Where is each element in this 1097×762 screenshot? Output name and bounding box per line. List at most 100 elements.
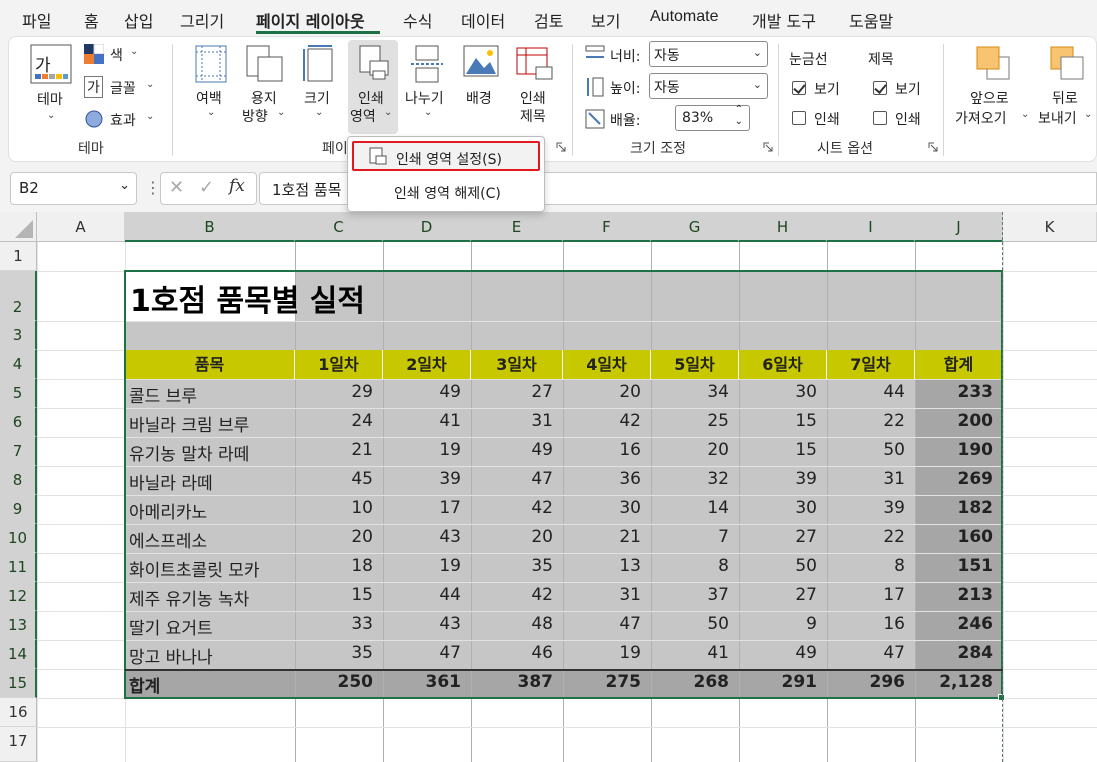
column-header-a[interactable]: A	[37, 212, 125, 242]
row-header-4[interactable]: 4	[0, 350, 37, 379]
tab-page-layout[interactable]: 페이지 레이아웃	[256, 8, 365, 32]
cancel-icon[interactable]: ✕	[169, 177, 184, 198]
row-header-3[interactable]: 3	[0, 321, 37, 350]
insert-function-icon[interactable]: fx	[229, 176, 245, 196]
worksheet-grid[interactable]: A B C D E F G H I J K 1 2 3 4 5 6 7 8 9 …	[0, 212, 1097, 762]
print-area-label-1: 인쇄	[358, 91, 384, 107]
print-titles-label-1: 인쇄	[520, 91, 546, 107]
width-label: 너비:	[610, 49, 641, 65]
chevron-down-icon: ⌄	[752, 78, 762, 91]
headings-view-checkbox[interactable]	[873, 81, 887, 95]
set-print-area-label: 인쇄 영역 설정(S)	[396, 152, 502, 168]
column-header-f[interactable]: F	[563, 212, 651, 242]
chevron-down-icon: ⌄	[47, 110, 56, 121]
tab-developer[interactable]: 개발 도구	[752, 8, 816, 32]
chevron-down-icon[interactable]: ⌄	[119, 178, 130, 193]
page-setup-launcher-icon[interactable]	[556, 142, 566, 152]
chevron-down-icon: ⌄	[315, 107, 324, 118]
group-separator	[778, 44, 779, 156]
themes-group-label: 테마	[78, 141, 104, 157]
tab-insert[interactable]: 삽입	[124, 8, 153, 32]
row-header-11[interactable]: 11	[0, 553, 37, 582]
size-label: 크기	[304, 91, 330, 107]
page-break-line	[1002, 212, 1003, 762]
width-select[interactable]: 자동 ⌄	[649, 41, 768, 67]
tab-formulas[interactable]: 수식	[403, 8, 432, 32]
tab-review[interactable]: 검토	[534, 8, 563, 32]
themes-icon-text: 가	[35, 56, 51, 76]
row-header-7[interactable]: 7	[0, 437, 37, 466]
more-options-icon[interactable]: ⋮	[145, 178, 161, 197]
column-header-h[interactable]: H	[739, 212, 827, 242]
row-header-2[interactable]: 2	[0, 271, 37, 321]
orientation-label-1: 용지	[251, 91, 277, 107]
row-header-10[interactable]: 10	[0, 524, 37, 553]
colors-label: 색	[110, 48, 123, 64]
group-separator	[572, 44, 573, 156]
name-box[interactable]: B2 ⌄	[10, 172, 137, 205]
row-header-12[interactable]: 12	[0, 582, 37, 611]
column-header-b[interactable]: B	[125, 212, 295, 242]
formula-value: 1호점 품목	[272, 181, 342, 199]
column-header-e[interactable]: E	[471, 212, 563, 242]
row-header-6[interactable]: 6	[0, 408, 37, 437]
gridlines-label: 눈금선	[789, 52, 828, 68]
bring-forward-label-2: 가져오기	[955, 111, 1007, 127]
height-label: 높이:	[610, 81, 641, 97]
spin-down-icon[interactable]: ⌄	[735, 116, 743, 127]
column-header-d[interactable]: D	[383, 212, 471, 242]
set-print-area-item[interactable]: 인쇄 영역 설정(S)	[352, 141, 540, 171]
chevron-down-icon: ⌄	[130, 46, 139, 57]
enter-icon[interactable]: ✓	[199, 177, 214, 198]
tab-file[interactable]: 파일	[22, 8, 51, 32]
column-header-g[interactable]: G	[651, 212, 739, 242]
tab-automate[interactable]: Automate	[650, 8, 718, 26]
grid-vline	[37, 242, 38, 762]
column-header-j[interactable]: J	[915, 212, 1003, 242]
chevron-down-icon: ⌄	[752, 46, 762, 59]
group-separator	[172, 44, 173, 156]
chevron-down-icon: ⌄	[277, 107, 286, 118]
row-header-15[interactable]: 15	[0, 669, 37, 698]
tab-help[interactable]: 도움말	[849, 8, 893, 32]
breaks-label: 나누기	[405, 91, 444, 107]
chevron-down-icon: ⌄	[384, 107, 393, 118]
tab-data[interactable]: 데이터	[461, 8, 505, 32]
gridlines-print-checkbox[interactable]	[792, 111, 806, 125]
scale-spinner[interactable]: 83% ⌃ ⌄	[675, 104, 750, 131]
row-header-17[interactable]: 17	[0, 727, 37, 762]
bring-forward-label-1: 앞으로	[970, 91, 1009, 107]
fonts-icon: 가	[84, 76, 103, 98]
gridlines-print-label: 인쇄	[814, 112, 840, 128]
row-header-13[interactable]: 13	[0, 611, 37, 640]
row-header-1[interactable]: 1	[0, 242, 37, 271]
scale-group-label: 크기 조정	[630, 141, 686, 157]
chevron-down-icon: ⌄	[1084, 109, 1093, 120]
group-separator	[943, 44, 944, 156]
row-header-14[interactable]: 14	[0, 640, 37, 669]
send-backward-label-1: 뒤로	[1052, 91, 1078, 107]
column-header-i[interactable]: I	[827, 212, 915, 242]
tab-draw[interactable]: 그리기	[180, 8, 224, 32]
column-header-k[interactable]: K	[1003, 212, 1097, 242]
tab-home[interactable]: 홈	[84, 8, 99, 32]
spin-up-icon[interactable]: ⌃	[735, 104, 743, 115]
select-all-button[interactable]	[0, 212, 37, 242]
print-area-button[interactable]: 인쇄 영역 ⌄	[348, 40, 398, 134]
row-header-16[interactable]: 16	[0, 698, 37, 727]
row-header-8[interactable]: 8	[0, 466, 37, 495]
headings-print-checkbox[interactable]	[873, 111, 887, 125]
row-header-9[interactable]: 9	[0, 495, 37, 524]
sheet-options-group-label: 시트 옵션	[817, 141, 873, 157]
clear-print-area-item[interactable]: 인쇄 영역 해제(C)	[352, 177, 540, 207]
height-select[interactable]: 자동 ⌄	[649, 73, 768, 99]
chevron-down-icon: ⌄	[146, 79, 155, 90]
tab-view[interactable]: 보기	[591, 8, 620, 32]
column-header-c[interactable]: C	[295, 212, 383, 242]
background-icon	[463, 45, 499, 77]
orientation-icon	[246, 45, 283, 82]
scale-launcher-icon[interactable]	[763, 142, 773, 152]
sheet-options-launcher-icon[interactable]	[928, 142, 938, 152]
gridlines-view-checkbox[interactable]	[792, 81, 806, 95]
row-header-5[interactable]: 5	[0, 379, 37, 408]
